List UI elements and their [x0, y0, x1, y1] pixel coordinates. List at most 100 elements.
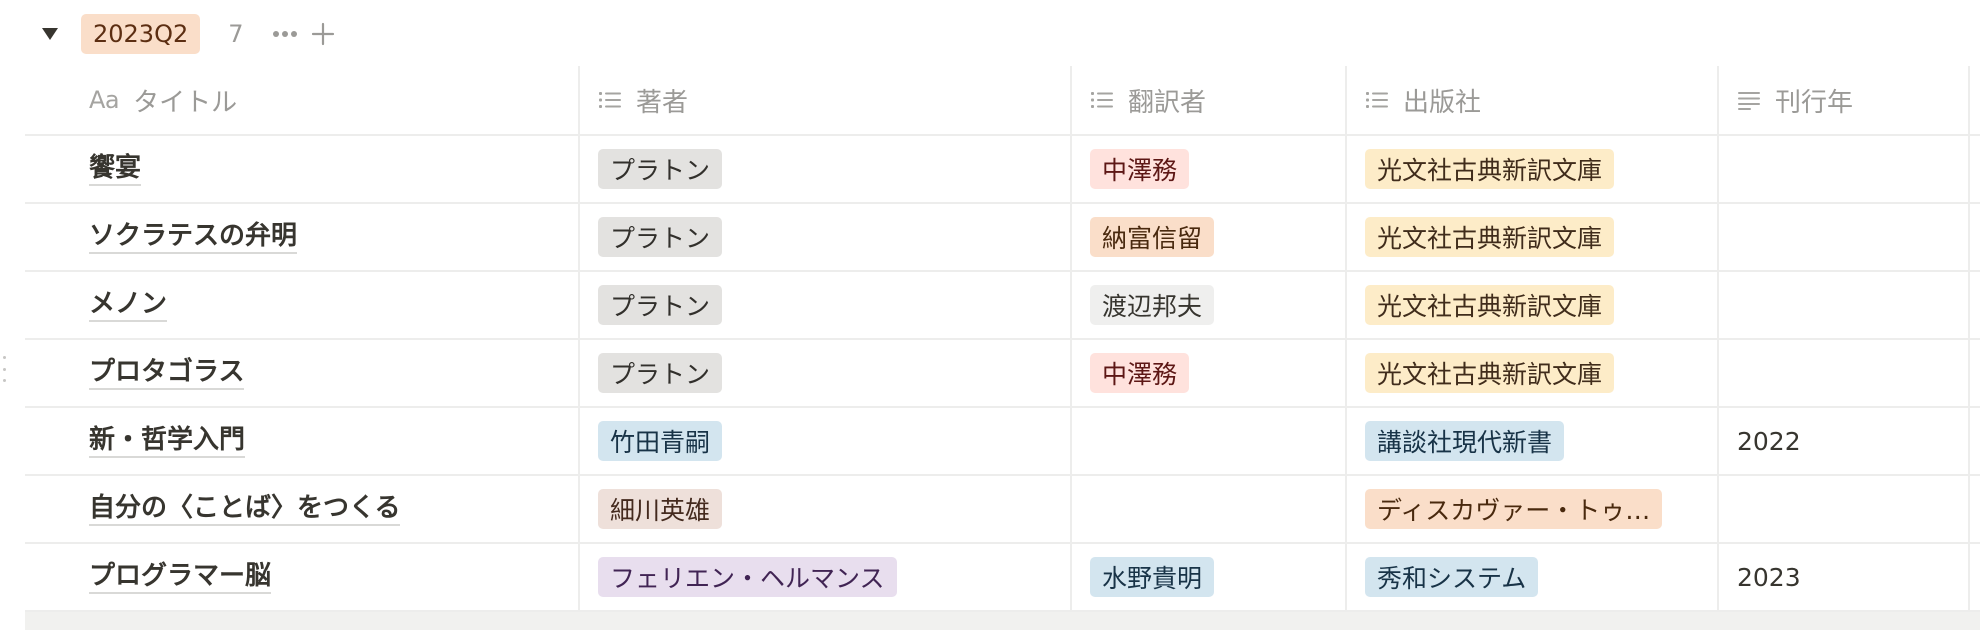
author-cell[interactable]: プラトン: [578, 272, 1070, 338]
table-row[interactable]: 新・哲学入門 竹田青嗣 講談社現代新書 2022: [25, 408, 1980, 476]
publisher-cell[interactable]: 光文社古典新訳文庫: [1345, 136, 1717, 202]
column-header-publisher[interactable]: 出版社: [1345, 66, 1717, 134]
table-row[interactable]: プログラマー脳 フェリエン・ヘルマンス 水野貴明 秀和システム 2023: [25, 544, 1980, 612]
list-icon: [598, 90, 622, 110]
column-divider: [1968, 544, 1980, 610]
author-cell[interactable]: フェリエン・ヘルマンス: [578, 544, 1070, 610]
year-value: 2022: [1737, 426, 1801, 456]
year-cell[interactable]: 2022: [1717, 408, 1980, 474]
table-row[interactable]: ソクラテスの弁明 プラトン 納富信留 光文社古典新訳文庫: [25, 204, 1980, 272]
year-cell[interactable]: [1717, 204, 1980, 270]
column-header-label: 刊行年: [1775, 87, 1854, 118]
group-count: 7: [228, 20, 244, 48]
author-cell[interactable]: プラトン: [578, 136, 1070, 202]
column-header-label: 翻訳者: [1128, 87, 1207, 118]
publisher-cell[interactable]: ディスカヴァー・トゥ…: [1345, 476, 1717, 542]
column-divider: [1968, 272, 1980, 338]
row-title-link[interactable]: 饗宴: [89, 152, 142, 186]
translator-tag: 中澤務: [1090, 149, 1190, 189]
publisher-tag: 秀和システム: [1365, 557, 1539, 597]
author-tag: プラトン: [598, 353, 723, 393]
column-divider: [1968, 66, 1980, 134]
translator-cell[interactable]: 中澤務: [1070, 136, 1345, 202]
column-header-label: 出版社: [1403, 87, 1482, 118]
row-title-link[interactable]: メノン: [89, 288, 168, 322]
column-header-label: タイトル: [133, 87, 238, 118]
title-cell[interactable]: 新・哲学入門: [25, 408, 578, 474]
column-divider: [1968, 136, 1980, 202]
table-row[interactable]: 自分の〈ことば〉をつくる 細川英雄 ディスカヴァー・トゥ…: [25, 476, 1980, 544]
author-tag: フェリエン・ヘルマンス: [598, 557, 897, 597]
publisher-cell[interactable]: 光文社古典新訳文庫: [1345, 272, 1717, 338]
table-row[interactable]: 饗宴 プラトン 中澤務 光文社古典新訳文庫: [25, 136, 1980, 204]
translator-cell[interactable]: 渡辺邦夫: [1070, 272, 1345, 338]
translator-tag: 水野貴明: [1090, 557, 1215, 597]
group-label-tag[interactable]: 2023Q2: [81, 14, 201, 54]
title-cell[interactable]: 饗宴: [25, 136, 578, 202]
translator-cell[interactable]: 水野貴明: [1070, 544, 1345, 610]
author-cell[interactable]: 竹田青嗣: [578, 408, 1070, 474]
year-cell[interactable]: [1717, 272, 1980, 338]
table-footer: [25, 612, 1980, 630]
title-cell[interactable]: メノン: [25, 272, 578, 338]
publisher-cell[interactable]: 光文社古典新訳文庫: [1345, 340, 1717, 406]
author-cell[interactable]: プラトン: [578, 204, 1070, 270]
year-cell[interactable]: 2023: [1717, 544, 1980, 610]
column-header-translator[interactable]: 翻訳者: [1070, 66, 1345, 134]
publisher-cell[interactable]: 秀和システム: [1345, 544, 1717, 610]
column-divider: [1968, 476, 1980, 542]
table-row[interactable]: プロタゴラス プラトン 中澤務 光文社古典新訳文庫: [25, 340, 1980, 408]
translator-tag: 渡辺邦夫: [1090, 285, 1215, 325]
row-title-link[interactable]: プログラマー脳: [89, 560, 272, 594]
list-icon: [1090, 90, 1114, 110]
publisher-tag: 光文社古典新訳文庫: [1365, 353, 1615, 393]
drag-handle-icon[interactable]: [0, 354, 14, 384]
database-table: Aa タイトル 著者 翻訳者 出版社 刊行年 饗宴 プラトン 中澤務 光文社古典…: [25, 66, 1980, 612]
translator-tag: 中澤務: [1090, 353, 1190, 393]
ellipsis-icon[interactable]: [270, 19, 300, 49]
collapse-toggle-icon[interactable]: [38, 22, 62, 46]
plus-icon[interactable]: [308, 19, 338, 49]
year-cell[interactable]: [1717, 476, 1980, 542]
group-header: 2023Q2 7: [38, 14, 338, 54]
publisher-tag: 光文社古典新訳文庫: [1365, 149, 1615, 189]
author-tag: 竹田青嗣: [598, 421, 723, 461]
row-title-link[interactable]: ソクラテスの弁明: [89, 220, 298, 254]
year-cell[interactable]: [1717, 136, 1980, 202]
table-row[interactable]: メノン プラトン 渡辺邦夫 光文社古典新訳文庫: [25, 272, 1980, 340]
column-header-year[interactable]: 刊行年: [1717, 66, 1980, 134]
publisher-tag: ディスカヴァー・トゥ…: [1365, 489, 1663, 529]
translator-cell[interactable]: 納富信留: [1070, 204, 1345, 270]
translator-cell[interactable]: [1070, 476, 1345, 542]
year-cell[interactable]: [1717, 340, 1980, 406]
publisher-tag: 光文社古典新訳文庫: [1365, 217, 1615, 257]
table-header-row: Aa タイトル 著者 翻訳者 出版社 刊行年: [25, 66, 1980, 136]
title-cell[interactable]: プログラマー脳: [25, 544, 578, 610]
publisher-cell[interactable]: 光文社古典新訳文庫: [1345, 204, 1717, 270]
column-header-label: 著者: [636, 87, 689, 118]
author-tag: プラトン: [598, 285, 723, 325]
column-divider: [1968, 340, 1980, 406]
title-cell[interactable]: ソクラテスの弁明: [25, 204, 578, 270]
author-cell[interactable]: 細川英雄: [578, 476, 1070, 542]
translator-cell[interactable]: [1070, 408, 1345, 474]
title-property-icon: Aa: [89, 86, 120, 114]
column-header-title[interactable]: Aa タイトル: [25, 66, 578, 134]
list-icon: [1365, 90, 1389, 110]
author-tag: 細川英雄: [598, 489, 723, 529]
row-title-link[interactable]: 新・哲学入門: [89, 424, 246, 458]
publisher-tag: 講談社現代新書: [1365, 421, 1565, 461]
title-cell[interactable]: 自分の〈ことば〉をつくる: [25, 476, 578, 542]
author-cell[interactable]: プラトン: [578, 340, 1070, 406]
translator-tag: 納富信留: [1090, 217, 1215, 257]
publisher-cell[interactable]: 講談社現代新書: [1345, 408, 1717, 474]
table-body: 饗宴 プラトン 中澤務 光文社古典新訳文庫 ソクラテスの弁明 プラトン 納富信留 光文社古典新…: [25, 136, 1980, 612]
translator-cell[interactable]: 中澤務: [1070, 340, 1345, 406]
text-lines-icon: [1737, 90, 1761, 110]
column-divider: [1968, 408, 1980, 474]
column-header-author[interactable]: 著者: [578, 66, 1070, 134]
publisher-tag: 光文社古典新訳文庫: [1365, 285, 1615, 325]
row-title-link[interactable]: 自分の〈ことば〉をつくる: [89, 492, 401, 526]
title-cell[interactable]: プロタゴラス: [25, 340, 578, 406]
row-title-link[interactable]: プロタゴラス: [89, 356, 245, 390]
